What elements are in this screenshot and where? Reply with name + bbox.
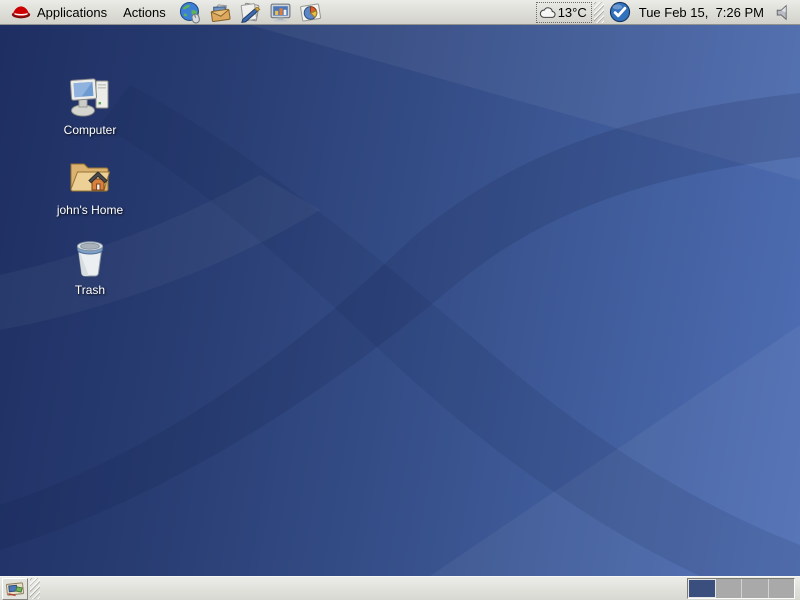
desktop-icon-computer[interactable]: Computer [40,77,140,137]
desktop[interactable]: Computer john's Home [0,25,800,576]
panel-drag-handle[interactable] [30,578,40,599]
speaker-icon [774,3,793,22]
workspace-1[interactable] [688,579,716,598]
temperature-label: 13°C [558,5,587,20]
applications-menu-label: Applications [37,5,107,20]
applet-drag-handle[interactable] [594,2,604,23]
show-desktop-button[interactable] [2,578,28,600]
applications-menu[interactable]: Applications [3,1,115,24]
desktop-icon-label: Trash [75,283,105,297]
workspace-switcher [687,578,795,599]
workspace-3[interactable] [742,579,769,598]
redhat-icon [11,5,31,19]
desktop-icon-label: Computer [64,123,117,137]
workspace-2[interactable] [716,579,743,598]
launcher-group [179,0,323,24]
actions-menu[interactable]: Actions [115,1,174,24]
clock-label: Tue Feb 15, 7:26 PM [639,5,764,20]
presentation-icon [269,1,292,24]
home-folder-icon [66,157,114,199]
check-circle-icon [609,1,631,23]
clock-applet[interactable]: Tue Feb 15, 7:26 PM [634,1,770,24]
top-panel: Applications Actions [0,0,800,25]
email-launcher[interactable] [209,0,233,24]
update-notifier-applet[interactable] [606,1,634,24]
spreadsheet-icon [299,1,322,24]
gnome-desktop-screen: Applications Actions [0,0,800,600]
show-desktop-icon [5,580,25,598]
spreadsheet-launcher[interactable] [299,0,323,24]
word-processor-launcher[interactable] [239,0,263,24]
presentation-launcher[interactable] [269,0,293,24]
actions-menu-label: Actions [123,5,166,20]
computer-icon [66,77,114,119]
desktop-icon-trash[interactable]: Trash [40,237,140,297]
email-icon [209,1,232,24]
desktop-icon-home[interactable]: john's Home [40,157,140,217]
cloud-icon [539,6,556,19]
volume-applet[interactable] [770,1,797,24]
web-browser-launcher[interactable] [179,0,203,24]
bottom-panel [0,576,800,600]
workspace-4[interactable] [769,579,795,598]
web-browser-icon [179,1,202,24]
word-processor-icon [239,1,262,24]
desktop-icon-label: john's Home [57,203,123,217]
weather-applet[interactable]: 13°C [536,2,592,23]
trash-icon [68,237,112,279]
